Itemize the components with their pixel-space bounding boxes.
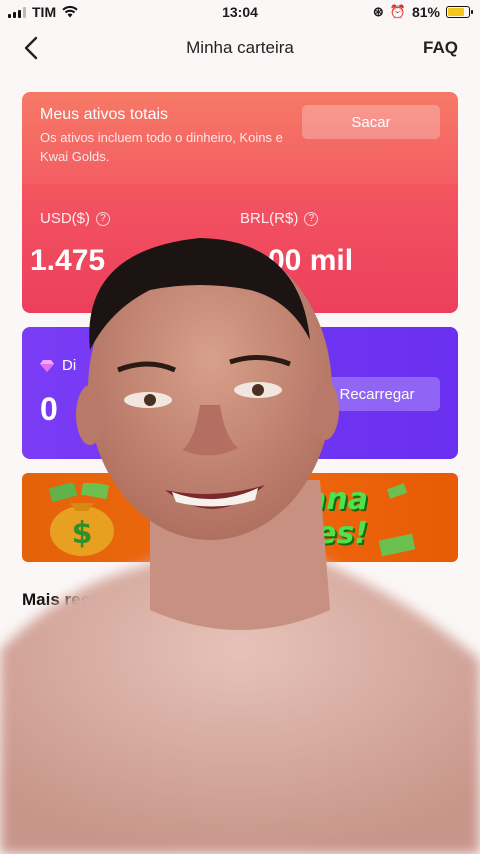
withdraw-button[interactable]: Sacar [302, 105, 440, 139]
battery-percent: 81% [411, 4, 440, 20]
question-icon[interactable]: ? [304, 211, 319, 226]
cash-icon [378, 533, 416, 557]
status-left: TIM [8, 4, 78, 20]
recharge-button[interactable]: Recarregar [314, 377, 440, 411]
brl-label-text: BRL(R$) [240, 210, 299, 227]
promo-banner[interactable]: $ emana lives! [22, 473, 458, 562]
status-right: ⊛ ⏰ 81% [372, 4, 473, 20]
page-title: Minha carteira [186, 38, 294, 57]
wifi-icon [62, 6, 78, 18]
faq-link[interactable]: FAQ [423, 38, 458, 58]
banner-line-1: emana [254, 482, 368, 517]
banner-text: emana lives! [255, 483, 368, 551]
chevron-left-icon[interactable] [20, 34, 44, 62]
usd-label-text: USD($) [40, 210, 91, 227]
alarm-icon: ⏰ [389, 4, 406, 19]
signal-icon [8, 6, 26, 18]
usd-label: USD($) ? [40, 210, 111, 227]
rotation-lock-icon: ⊛ [372, 4, 384, 19]
cash-icon [386, 483, 408, 499]
diamond-icon [40, 359, 54, 372]
clock: 13:04 [222, 4, 258, 20]
assets-description: Os ativos incluem todo o dinheiro, Koins… [40, 130, 283, 164]
status-bar: TIM 13:04 ⊛ ⏰ 81% [0, 0, 480, 24]
banner-line-2: lives! [275, 516, 368, 551]
svg-text:$: $ [72, 516, 93, 551]
nav-bar: Minha carteira FAQ [0, 30, 480, 66]
brl-value: 00 mil [268, 244, 354, 277]
usd-value: 1.475 [30, 244, 106, 277]
battery-icon [446, 6, 473, 18]
recent-section-title: Mais rec [22, 590, 91, 609]
carrier-label: TIM [32, 4, 57, 20]
diamonds-label: Di [40, 357, 76, 374]
money-bag-icon: $ [48, 483, 114, 556]
diamonds-card: Di 0 Recarregar [22, 327, 458, 459]
total-assets-card: Meus ativos totais Os ativos incluem tod… [22, 92, 458, 313]
brl-label: BRL(R$) ? [240, 210, 319, 227]
diamonds-value: 0 [40, 391, 58, 427]
question-icon[interactable]: ? [96, 211, 111, 226]
diamonds-label-text: Di [62, 357, 77, 374]
